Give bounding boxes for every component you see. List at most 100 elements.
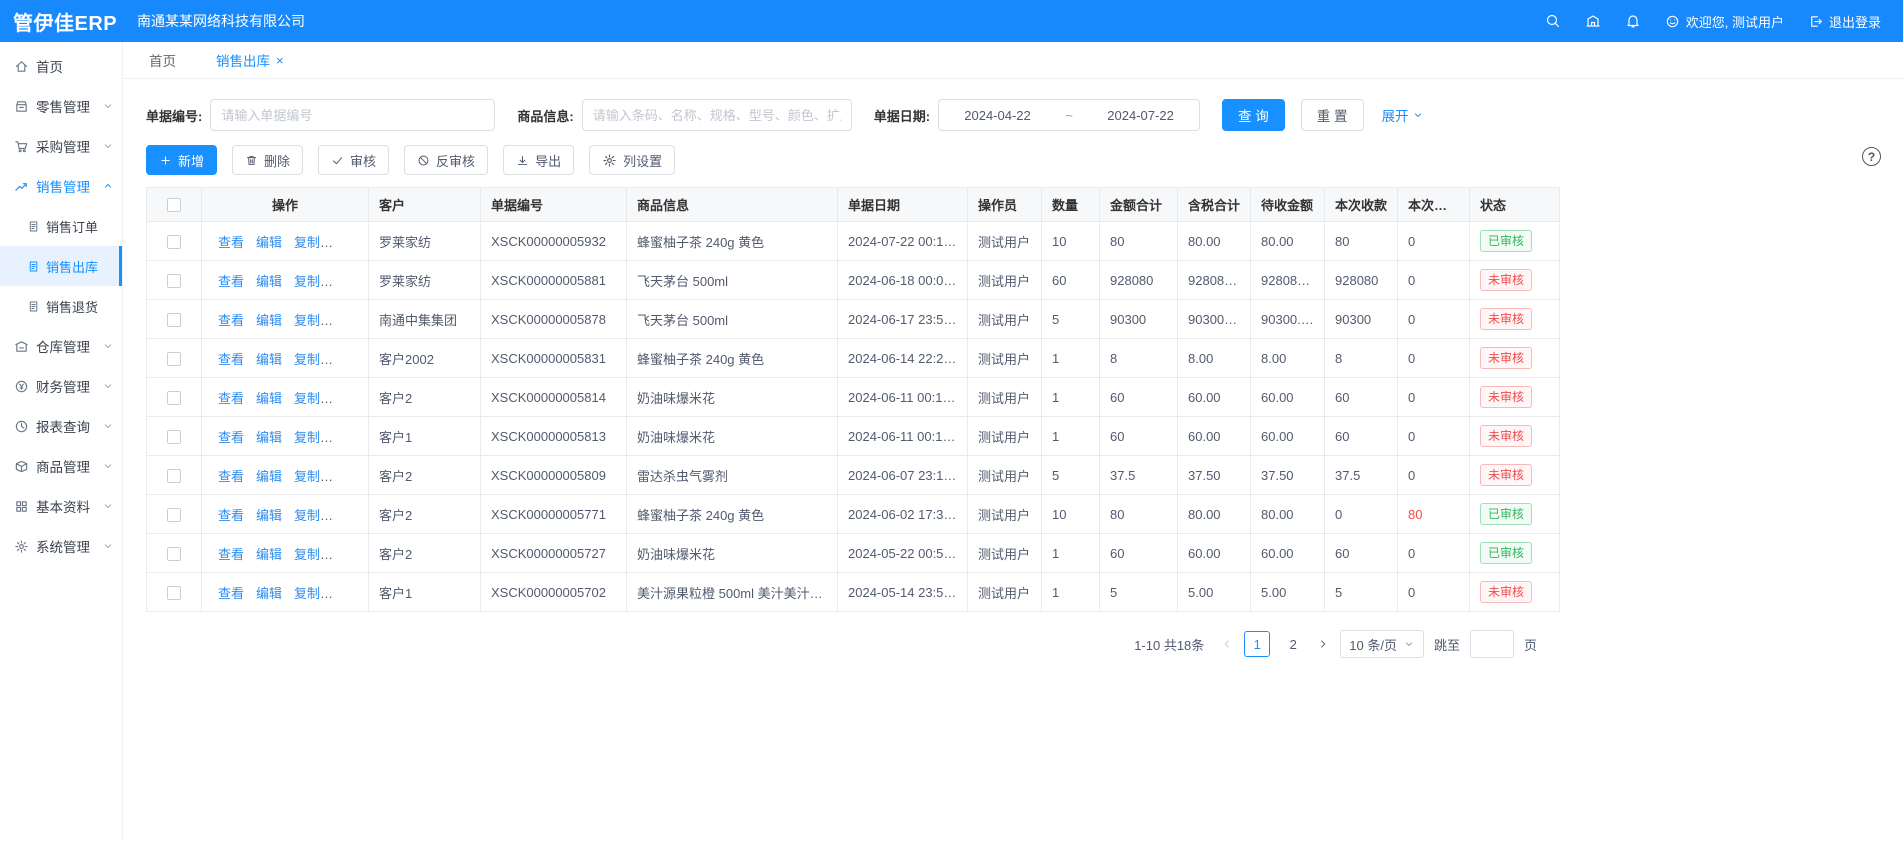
copy-link[interactable]: 复制 — [294, 547, 320, 562]
audit-button[interactable]: 审核 — [318, 145, 389, 175]
add-button[interactable]: 新增 — [146, 145, 217, 175]
jump-input[interactable] — [1470, 630, 1514, 658]
copy-link[interactable]: 复制 — [294, 586, 320, 601]
row-checkbox[interactable] — [167, 508, 181, 522]
sidebar-item-warehouse[interactable]: 仓库管理 — [0, 326, 122, 366]
delete-link[interactable]: 删除 — [332, 352, 358, 367]
sidebar-item-report[interactable]: 报表查询 — [0, 406, 122, 446]
welcome-user[interactable]: 欢迎您, 测试用户 — [1665, 12, 1784, 31]
export-button[interactable]: 导出 — [503, 145, 574, 175]
edit-link[interactable]: 编辑 — [256, 235, 282, 250]
view-link[interactable]: 查看 — [218, 274, 244, 289]
sidebar-item-sales-order[interactable]: 销售订单 — [0, 206, 122, 246]
delete-link[interactable]: 删除 — [332, 313, 358, 328]
copy-link[interactable]: 复制 — [294, 508, 320, 523]
view-link[interactable]: 查看 — [218, 508, 244, 523]
help-icon[interactable]: ? — [1862, 147, 1881, 166]
column-header: 待收金额 — [1251, 188, 1325, 222]
row-checkbox[interactable] — [167, 391, 181, 405]
view-link[interactable]: 查看 — [218, 469, 244, 484]
edit-link[interactable]: 编辑 — [256, 547, 282, 562]
row-checkbox[interactable] — [167, 469, 181, 483]
bell-icon[interactable] — [1625, 13, 1641, 29]
view-link[interactable]: 查看 — [218, 586, 244, 601]
page-size-select[interactable]: 10 条/页 — [1340, 630, 1424, 658]
cell-amount: 8 — [1100, 339, 1178, 378]
row-checkbox[interactable] — [167, 352, 181, 366]
bill-no-input[interactable] — [210, 99, 495, 131]
delete-link[interactable]: 删除 — [332, 586, 358, 601]
edit-link[interactable]: 编辑 — [256, 469, 282, 484]
edit-link[interactable]: 编辑 — [256, 274, 282, 289]
columns-button[interactable]: 列设置 — [589, 145, 675, 175]
search-button[interactable]: 查 询 — [1222, 99, 1285, 131]
view-link[interactable]: 查看 — [218, 547, 244, 562]
view-link[interactable]: 查看 — [218, 235, 244, 250]
sidebar-item-home[interactable]: 首页 — [0, 46, 122, 86]
edit-link[interactable]: 编辑 — [256, 352, 282, 367]
date-range-picker[interactable]: 2024-04-22 ~ 2024-07-22 — [938, 99, 1200, 131]
edit-link[interactable]: 编辑 — [256, 313, 282, 328]
page-button-2[interactable]: 2 — [1280, 631, 1306, 657]
row-checkbox[interactable] — [167, 547, 181, 561]
sidebar-item-retail[interactable]: 零售管理 — [0, 86, 122, 126]
tab-home[interactable]: 首页 — [149, 50, 176, 70]
cell-status: 未审核 — [1470, 300, 1560, 339]
tab-sales-outbound[interactable]: 销售出库× — [216, 50, 284, 70]
status-badge: 已审核 — [1480, 503, 1532, 525]
delete-link[interactable]: 删除 — [332, 391, 358, 406]
view-link[interactable]: 查看 — [218, 352, 244, 367]
unaudit-button[interactable]: 反审核 — [404, 145, 488, 175]
delete-link[interactable]: 删除 — [332, 469, 358, 484]
view-link[interactable]: 查看 — [218, 313, 244, 328]
page-button-1[interactable]: 1 — [1244, 631, 1270, 657]
row-checkbox[interactable] — [167, 586, 181, 600]
edit-link[interactable]: 编辑 — [256, 391, 282, 406]
copy-link[interactable]: 复制 — [294, 469, 320, 484]
copy-link[interactable]: 复制 — [294, 352, 320, 367]
row-checkbox[interactable] — [167, 430, 181, 444]
cell-receivable: 60.00 — [1251, 534, 1325, 573]
sidebar-item-sales[interactable]: 销售管理 — [0, 166, 122, 206]
close-icon[interactable]: × — [276, 54, 284, 67]
row-checkbox[interactable] — [167, 313, 181, 327]
org-icon[interactable] — [1585, 13, 1601, 29]
reset-button[interactable]: 重 置 — [1301, 99, 1364, 131]
edit-link[interactable]: 编辑 — [256, 508, 282, 523]
edit-link[interactable]: 编辑 — [256, 586, 282, 601]
tab-bar: 首页 销售出库× — [124, 42, 1903, 79]
delete-link[interactable]: 删除 — [332, 547, 358, 562]
edit-link[interactable]: 编辑 — [256, 430, 282, 445]
copy-link[interactable]: 复制 — [294, 430, 320, 445]
sidebar-item-product[interactable]: 商品管理 — [0, 446, 122, 486]
row-checkbox[interactable] — [167, 235, 181, 249]
copy-link[interactable]: 复制 — [294, 313, 320, 328]
cell-operator: 测试用户 — [968, 378, 1042, 417]
row-checkbox[interactable] — [167, 274, 181, 288]
cell-customer: 客户2 — [369, 456, 481, 495]
product-info-input[interactable] — [582, 99, 852, 131]
sidebar-item-basic[interactable]: 基本资料 — [0, 486, 122, 526]
expand-link[interactable]: 展开 — [1382, 105, 1424, 125]
sidebar-item-system[interactable]: 系统管理 — [0, 526, 122, 566]
select-all-checkbox[interactable] — [167, 198, 181, 212]
sidebar-item-finance[interactable]: 财务管理 — [0, 366, 122, 406]
copy-link[interactable]: 复制 — [294, 391, 320, 406]
sidebar-item-sales-return[interactable]: 销售退货 — [0, 286, 122, 326]
prev-page-icon[interactable] — [1220, 637, 1234, 651]
copy-link[interactable]: 复制 — [294, 274, 320, 289]
sidebar-item-label: 系统管理 — [36, 536, 90, 556]
logout-button[interactable]: 退出登录 — [1808, 12, 1881, 31]
next-page-icon[interactable] — [1316, 637, 1330, 651]
delete-button[interactable]: 删除 — [232, 145, 303, 175]
view-link[interactable]: 查看 — [218, 430, 244, 445]
delete-link[interactable]: 删除 — [332, 274, 358, 289]
delete-link[interactable]: 删除 — [332, 235, 358, 250]
copy-link[interactable]: 复制 — [294, 235, 320, 250]
search-icon[interactable] — [1545, 13, 1561, 29]
view-link[interactable]: 查看 — [218, 391, 244, 406]
delete-link[interactable]: 删除 — [332, 430, 358, 445]
sidebar-item-purchase[interactable]: 采购管理 — [0, 126, 122, 166]
delete-link[interactable]: 删除 — [332, 508, 358, 523]
sidebar-item-sales-outbound[interactable]: 销售出库 — [0, 246, 122, 286]
